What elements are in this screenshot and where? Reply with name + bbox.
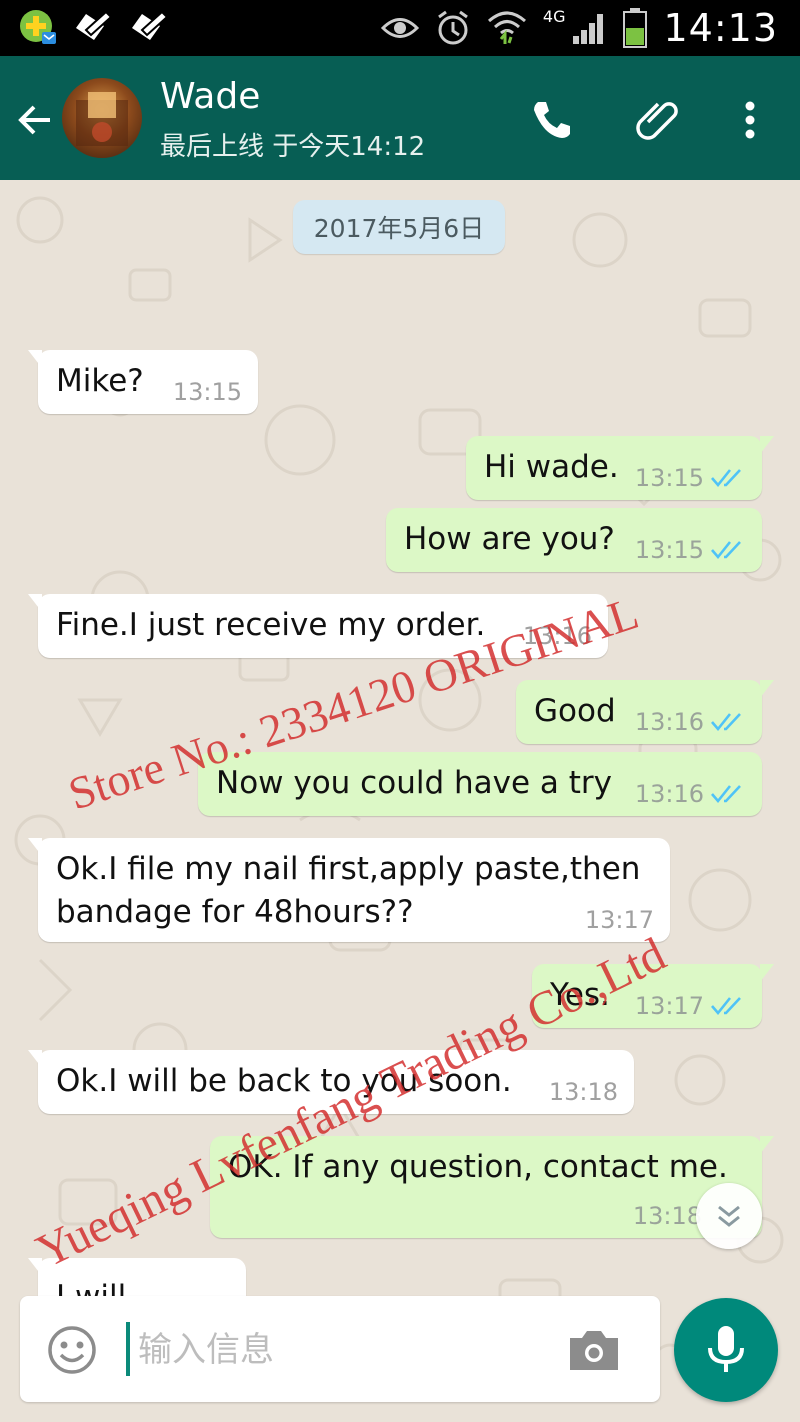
- message-text: Ok.I file my nail first,apply paste,then…: [56, 851, 641, 930]
- message-text: Now you could have a try: [216, 765, 612, 801]
- message-time: 13:18: [632, 1202, 702, 1230]
- read-receipt-icon: [711, 469, 741, 488]
- more-options-button[interactable]: [726, 96, 774, 144]
- network-type: 4G: [542, 6, 566, 26]
- message-outgoing[interactable]: Hi wade. 13:15: [466, 436, 774, 500]
- read-receipt-icon: [711, 997, 741, 1016]
- status-bar: 4G 14:13: [0, 0, 800, 56]
- message-composer: [20, 1296, 660, 1402]
- message-outgoing[interactable]: Good 13:16: [516, 680, 774, 744]
- text-caret: [126, 1322, 130, 1376]
- message-time: 13:15: [172, 378, 242, 406]
- bubble-tail: [760, 680, 774, 698]
- message-outgoing[interactable]: How are you? 13:15: [386, 508, 762, 572]
- message-text: OK. If any question, contact me.: [228, 1149, 728, 1185]
- bubble-tail: [28, 594, 42, 612]
- chevron-double-down-icon: [718, 1205, 740, 1227]
- last-seen-status: 最后上线 于今天14:12: [160, 132, 426, 162]
- read-receipt-icon: [711, 785, 741, 804]
- avatar[interactable]: [62, 78, 142, 158]
- paperclip-icon: [636, 102, 678, 140]
- message-input[interactable]: [136, 1322, 560, 1378]
- voice-record-button[interactable]: [674, 1298, 778, 1402]
- message-text: Mike?: [56, 363, 144, 399]
- bubble-tail: [760, 436, 774, 454]
- contact-name[interactable]: Wade: [160, 76, 260, 117]
- chat-header: Wade 最后上线 于今天14:12: [0, 56, 800, 180]
- bubble-tail: [28, 838, 42, 856]
- message-incoming[interactable]: Ok.I file my nail first,apply paste,then…: [28, 838, 670, 942]
- bubble-tail: [28, 350, 42, 368]
- message-incoming[interactable]: Ok.I will be back to you soon. 13:18: [28, 1050, 634, 1114]
- message-time: 13:15: [634, 536, 704, 564]
- camera-icon: [570, 1331, 618, 1370]
- message-incoming[interactable]: Fine.I just receive my order. 13:16: [28, 594, 608, 658]
- message-text: Yes.: [550, 977, 610, 1013]
- message-time: 13:17: [634, 992, 704, 1020]
- message-outgoing[interactable]: Now you could have a try 13:16: [198, 752, 762, 816]
- camera-button[interactable]: [566, 1326, 622, 1374]
- date-divider: 2017年5月6日: [293, 200, 505, 254]
- message-time: 13:16: [522, 622, 592, 650]
- message-time: 13:17: [584, 906, 654, 934]
- message-text: Hi wade.: [484, 449, 619, 485]
- emoji-icon: [48, 1326, 96, 1374]
- scroll-to-bottom-button[interactable]: [696, 1183, 762, 1249]
- emoji-button[interactable]: [46, 1324, 98, 1376]
- read-receipt-icon: [711, 713, 741, 732]
- message-text: Fine.I just receive my order.: [56, 607, 486, 643]
- message-time: 13:16: [634, 708, 704, 736]
- message-text: Good: [534, 693, 616, 729]
- mic-icon: [708, 1326, 744, 1372]
- bubble-tail: [760, 1136, 774, 1154]
- back-arrow-icon: [18, 105, 50, 135]
- battery-icon: [623, 8, 648, 48]
- message-time: 13:15: [634, 464, 704, 492]
- notification-icon: [72, 8, 114, 48]
- eye-icon: [380, 13, 419, 43]
- message-text: How are you?: [404, 521, 615, 557]
- call-button[interactable]: [526, 96, 574, 144]
- message-outgoing[interactable]: OK. If any question, contact me. 13:18: [210, 1136, 774, 1238]
- clock: 14:13: [663, 6, 778, 50]
- read-receipt-icon: [711, 541, 741, 560]
- signal-icon: [571, 10, 607, 46]
- back-button[interactable]: [14, 98, 58, 142]
- message-time: 13:16: [634, 780, 704, 808]
- more-vert-icon: [745, 101, 755, 139]
- alarm-icon: [435, 9, 471, 47]
- bubble-tail: [28, 1258, 42, 1276]
- attach-button[interactable]: [634, 96, 682, 144]
- chat-area[interactable]: 2017年5月6日 Mike? 13:15 Hi wade. 13:15 How…: [0, 180, 800, 1422]
- notification-icon: [128, 8, 170, 48]
- bubble-tail: [760, 964, 774, 982]
- bubble-tail: [28, 1050, 42, 1068]
- message-time: 13:18: [548, 1078, 618, 1106]
- message-outgoing[interactable]: Yes. 13:17: [532, 964, 774, 1028]
- app-store-icon: [18, 8, 58, 48]
- message-text: Ok.I will be back to you soon.: [56, 1063, 512, 1099]
- message-incoming[interactable]: Mike? 13:15: [28, 350, 258, 414]
- phone-icon: [534, 102, 570, 138]
- wifi-icon: [487, 9, 527, 47]
